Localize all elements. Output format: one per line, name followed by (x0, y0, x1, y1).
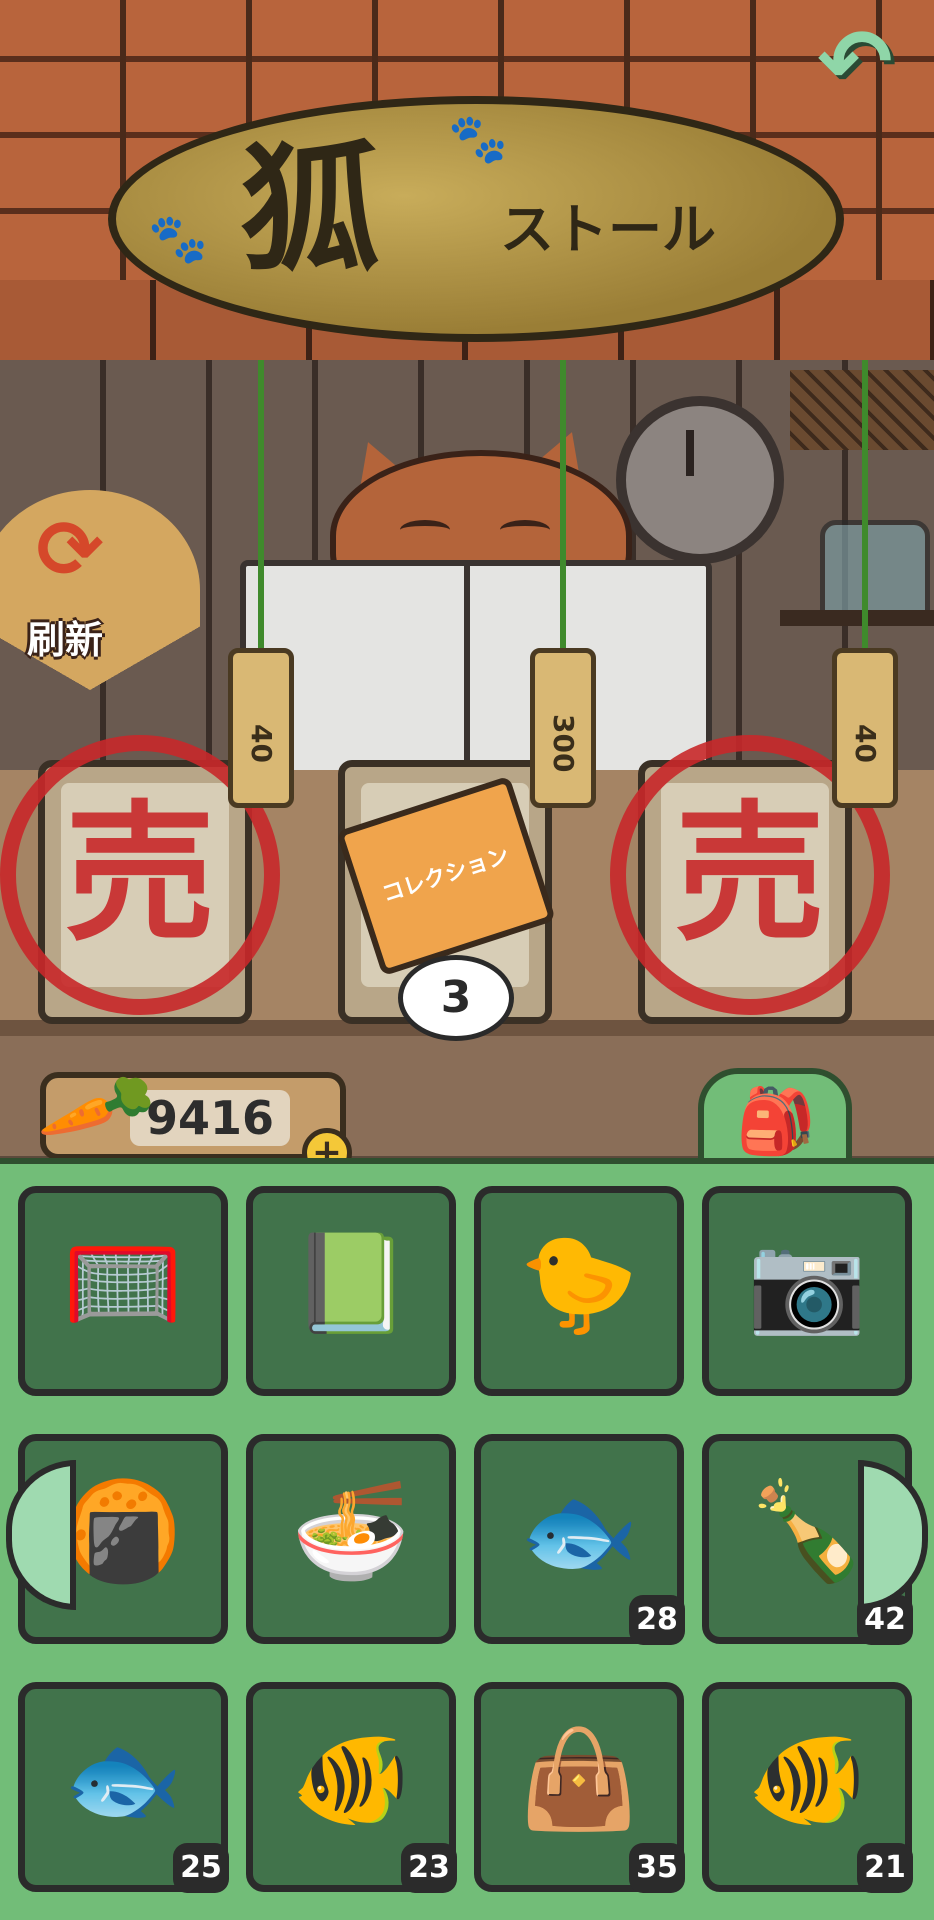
fox-eye-left (400, 520, 450, 540)
paw-print-icon: 🐾 (448, 111, 508, 167)
inventory-slot[interactable]: 🍜 (246, 1434, 456, 1644)
tag-string (560, 360, 566, 660)
trash-bag-icon: 👜 (519, 1723, 639, 1835)
backpack-icon[interactable]: 🎒 (736, 1080, 816, 1164)
newspaper (240, 560, 712, 782)
cup-noodles-icon: 🍜 (291, 1475, 411, 1587)
rubber-duck-icon: 🐤 (519, 1227, 639, 1339)
clock-hand (686, 430, 694, 476)
net-icon: 🥅 (63, 1227, 183, 1339)
paw-print-icon: 🐾 (148, 211, 208, 267)
carp-icon: 🐠 (291, 1723, 411, 1835)
price-tag: 40 (228, 648, 294, 808)
book-icon: 📗 (291, 1227, 411, 1339)
shelf-decor (780, 610, 934, 626)
inventory-slot[interactable]: 🐠 23 (246, 1682, 457, 1893)
inventory-slot[interactable]: 🐟 25 (18, 1682, 229, 1893)
inventory-slot[interactable]: 🐟 28 (474, 1434, 685, 1645)
item-count-badge: 28 (629, 1595, 685, 1645)
quantity-bubble: 3 (398, 955, 514, 1041)
clownfish-icon: 🐠 (747, 1723, 867, 1835)
jar-decor (820, 520, 930, 620)
price-tag: 300 (530, 648, 596, 808)
refresh-label[interactable]: 刷新 (10, 610, 120, 670)
inventory-slot[interactable]: 👜 35 (474, 1682, 685, 1893)
newspaper-fold (464, 560, 470, 770)
camera-icon: 📷 (747, 1227, 867, 1339)
tag-string (258, 360, 264, 660)
sign-subtitle: ストール (500, 198, 716, 261)
inventory-slot[interactable]: 🥅 (18, 1186, 228, 1396)
sardine-icon: 🐟 (519, 1475, 639, 1587)
item-count-badge: 21 (857, 1843, 913, 1893)
refresh-arrows-icon[interactable]: ⟳ (20, 500, 120, 610)
inventory-slot[interactable]: 🐤 (474, 1186, 684, 1396)
item-count-badge: 25 (173, 1843, 229, 1893)
inventory-slot[interactable]: 🐠 21 (702, 1682, 913, 1893)
wall-clock-icon (616, 396, 784, 564)
inventory-slot[interactable]: 📷 (702, 1186, 912, 1396)
fox-eye-right (500, 520, 550, 540)
item-count-badge: 23 (401, 1843, 457, 1893)
tag-string (862, 360, 868, 660)
back-arrow-icon[interactable]: ↶ (800, 18, 910, 108)
sign-title: 狐 (239, 128, 380, 292)
price-tag: 40 (832, 648, 898, 808)
item-count-badge: 35 (629, 1843, 685, 1893)
mackerel-icon: 🐟 (63, 1723, 183, 1835)
inventory-slot[interactable]: 📗 (246, 1186, 456, 1396)
